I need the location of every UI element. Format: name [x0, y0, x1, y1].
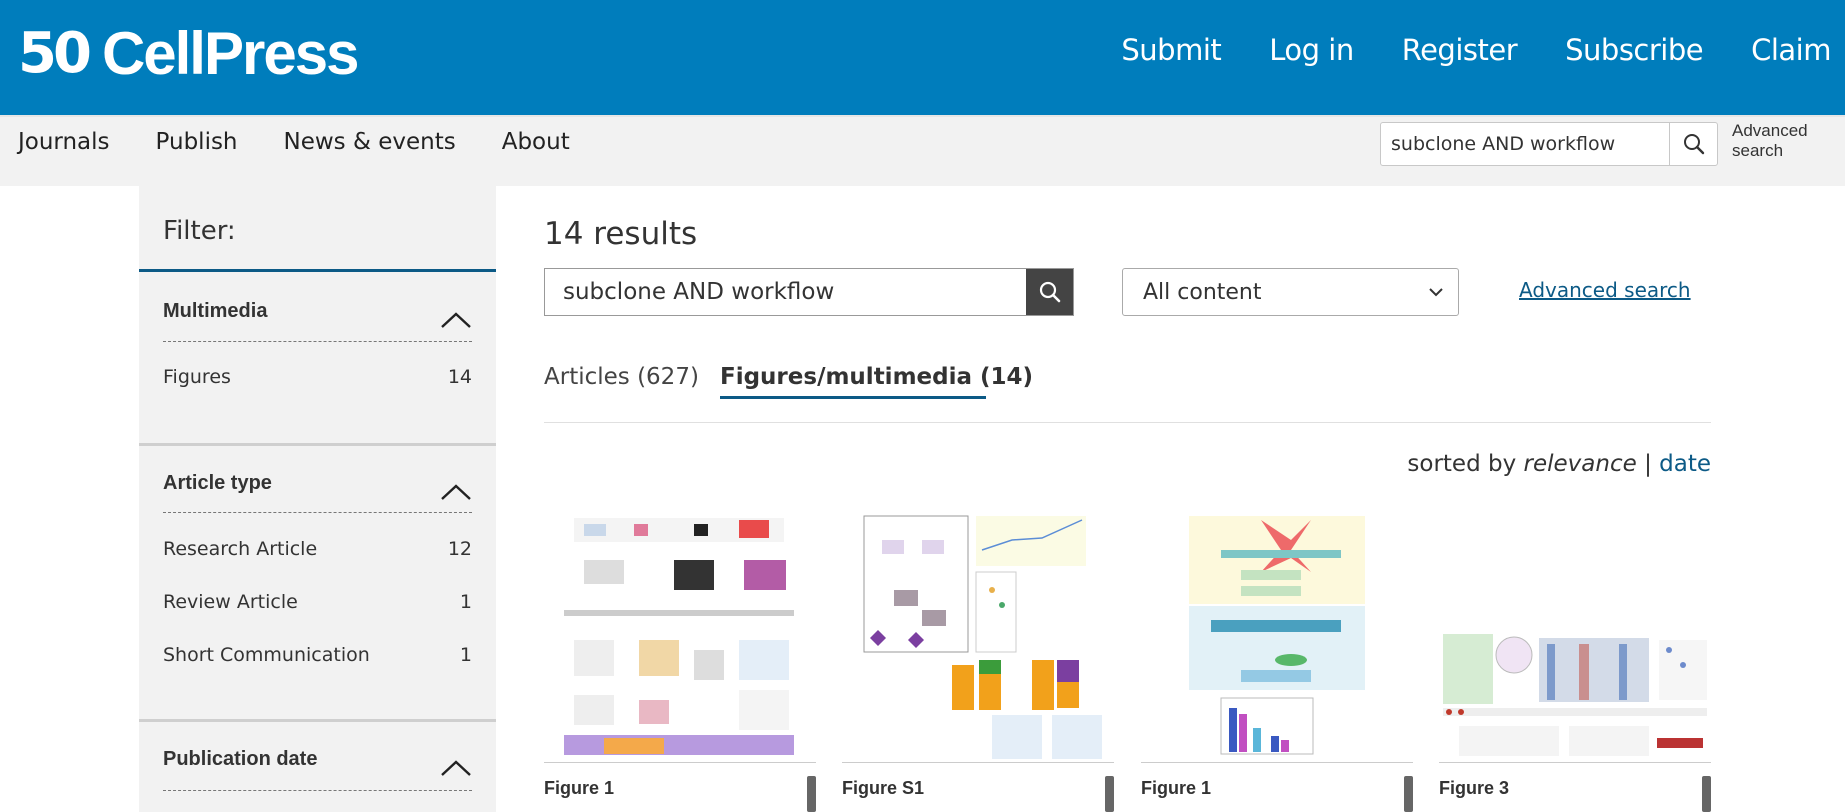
filter-option-count: 14 [447, 366, 472, 388]
cellpress-logo[interactable]: 50 CellPress [18, 20, 360, 87]
filter-title: Filter: [163, 216, 236, 246]
section-separator [139, 443, 496, 446]
card-scroll-indicator [1702, 776, 1711, 812]
main-nav-bar: Journals Publish News & events About sub… [0, 115, 1845, 186]
filter-option-label: Short Communication [163, 644, 370, 666]
filter-option-research-article[interactable]: Research Article 12 [163, 538, 472, 560]
figure-thumbnail[interactable] [544, 510, 816, 762]
filter-divider [139, 269, 496, 272]
nav-publish[interactable]: Publish [156, 129, 238, 155]
filter-heading-publication-date[interactable]: Publication date [163, 748, 317, 771]
main-search-button[interactable] [1026, 269, 1073, 315]
sort-controls: sorted by relevance | date [1407, 451, 1711, 477]
tabs-divider [544, 422, 1711, 423]
header-search-box: subclone AND workflow [1380, 122, 1718, 166]
nav-journals[interactable]: Journals [18, 129, 110, 155]
tab-figures-multimedia[interactable]: Figures/multimedia (14) [720, 364, 1033, 390]
search-icon [1039, 281, 1060, 303]
figure-thumbnail-graphic [1443, 634, 1707, 756]
main-search-box: subclone AND workflow [544, 268, 1074, 316]
filter-dashed-divider [163, 790, 472, 791]
figure-label[interactable]: Figure 3 [1439, 778, 1509, 799]
card-divider [842, 762, 1114, 763]
search-icon [1683, 134, 1704, 155]
card-divider [1439, 762, 1711, 763]
figure-card[interactable]: Figure 3 [1439, 510, 1711, 812]
login-link[interactable]: Log in [1269, 33, 1354, 67]
header-search-button[interactable] [1669, 123, 1717, 165]
main-search-input[interactable]: subclone AND workflow [545, 269, 1026, 315]
header-search-input[interactable]: subclone AND workflow [1381, 123, 1669, 165]
register-link[interactable]: Register [1402, 33, 1518, 67]
filter-option-label: Research Article [163, 538, 318, 560]
figure-thumbnail-graphic [564, 518, 794, 755]
subscribe-link[interactable]: Subscribe [1565, 33, 1703, 67]
filter-option-count: 12 [447, 538, 472, 560]
filter-option-figures[interactable]: Figures 14 [163, 366, 472, 388]
sort-prefix: sorted by [1407, 451, 1517, 477]
nav-news-events[interactable]: News & events [284, 129, 456, 155]
figure-label[interactable]: Figure 1 [544, 778, 614, 799]
filter-option-short-communication[interactable]: Short Communication 1 [163, 644, 472, 666]
section-separator [139, 719, 496, 722]
filter-option-label: Figures [163, 366, 231, 388]
figure-card[interactable]: Figure 1 [544, 510, 816, 812]
filter-sidebar: Filter: Multimedia Figures 14 Article ty… [139, 186, 496, 812]
figure-label[interactable]: Figure 1 [1141, 778, 1211, 799]
results-count: 14 results [544, 216, 698, 252]
card-scroll-indicator [1404, 776, 1413, 812]
logo-anniversary-mark: 50 [18, 21, 92, 86]
filter-option-count: 1 [459, 644, 472, 666]
figure-thumbnail[interactable] [1141, 510, 1413, 762]
content-type-select[interactable]: All content [1122, 268, 1459, 316]
account-nav: Submit Log in Register Subscribe Claim [1121, 33, 1845, 67]
sort-relevance[interactable]: relevance [1524, 451, 1637, 477]
filter-dashed-divider [163, 512, 472, 513]
figure-thumbnail-graphic [863, 515, 1102, 759]
active-tab-indicator [720, 396, 986, 399]
tab-articles[interactable]: Articles (627) [544, 364, 699, 390]
filter-option-count: 1 [459, 591, 472, 613]
chevron-up-icon[interactable] [440, 758, 472, 778]
figure-card[interactable]: Figure 1 [1141, 510, 1413, 812]
sort-date-link[interactable]: date [1659, 451, 1711, 477]
card-divider [1141, 762, 1413, 763]
card-divider [544, 762, 816, 763]
figure-thumbnail[interactable] [842, 510, 1114, 762]
figure-label[interactable]: Figure S1 [842, 778, 924, 799]
figure-card[interactable]: Figure S1 [842, 510, 1114, 812]
card-scroll-indicator [807, 776, 816, 812]
claim-link[interactable]: Claim [1751, 33, 1831, 67]
card-scroll-indicator [1105, 776, 1114, 812]
sort-separator: | [1644, 451, 1652, 477]
chevron-up-icon[interactable] [440, 310, 472, 330]
chevron-up-icon[interactable] [440, 482, 472, 502]
figure-thumbnail[interactable] [1439, 510, 1711, 762]
filter-heading-article-type[interactable]: Article type [163, 472, 272, 495]
submit-link[interactable]: Submit [1121, 33, 1221, 67]
logo-wordmark: CellPress [101, 20, 360, 87]
main-nav-links: Journals Publish News & events About [18, 129, 616, 155]
header-advanced-search-link[interactable]: Advanced search [1732, 121, 1832, 161]
filter-option-review-article[interactable]: Review Article 1 [163, 591, 472, 613]
figure-thumbnail-graphic [1189, 516, 1365, 755]
chevron-down-icon [1429, 288, 1443, 297]
top-header: 50 CellPress Submit Log in Register Subs… [0, 0, 1845, 115]
content-type-selected: All content [1143, 279, 1262, 305]
nav-about[interactable]: About [502, 129, 570, 155]
advanced-search-link[interactable]: Advanced search [1519, 278, 1691, 302]
filter-heading-multimedia[interactable]: Multimedia [163, 300, 267, 323]
filter-dashed-divider [163, 341, 472, 342]
filter-option-label: Review Article [163, 591, 298, 613]
